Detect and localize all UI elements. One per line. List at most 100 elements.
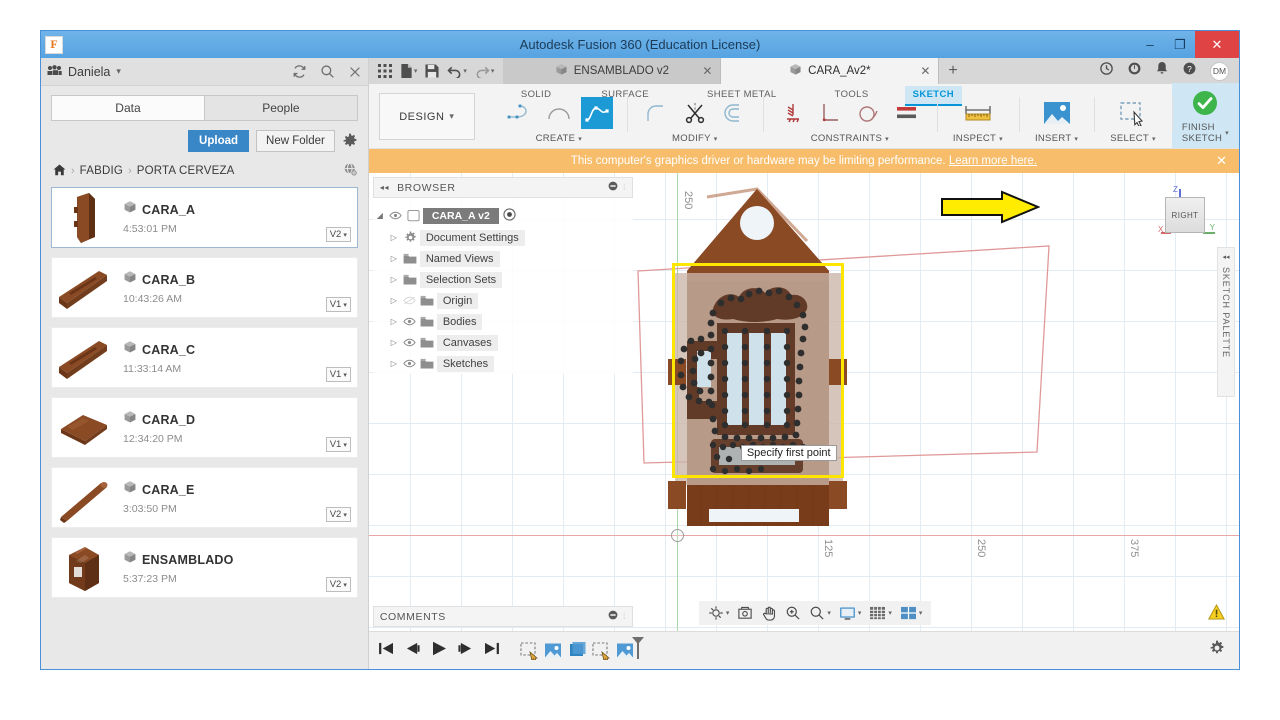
comments-panel[interactable]: COMMENTS ⦙ <box>373 606 633 627</box>
gear-icon[interactable] <box>1209 640 1225 661</box>
version-badge[interactable]: V2 ▾ <box>326 577 351 592</box>
gear-icon[interactable] <box>342 133 358 149</box>
grid-snap-icon[interactable]: ▾ <box>866 605 895 622</box>
insert-image-icon[interactable] <box>1041 97 1073 129</box>
canvas-viewport[interactable]: 250 125 125 250 375 <box>369 173 1239 631</box>
refresh-icon[interactable] <box>292 64 307 79</box>
step-forward-icon[interactable] <box>458 642 473 660</box>
zoom-window-icon[interactable]: ▾ <box>806 604 834 622</box>
home-icon[interactable] <box>53 164 66 179</box>
list-item[interactable]: CARA_B 10:43:26 AM V1 ▾ <box>51 257 358 318</box>
version-badge[interactable]: V1 ▾ <box>326 367 351 382</box>
breadcrumb-item-fabdig[interactable]: FABDIG <box>80 165 123 177</box>
search-icon[interactable] <box>320 64 335 79</box>
avatar[interactable]: DM <box>1210 62 1229 81</box>
breadcrumb-item-porta-cerveza[interactable]: PORTA CERVEZA <box>137 165 235 177</box>
expand-triangle-icon[interactable]: ◢ <box>373 211 387 220</box>
expand-triangle-icon[interactable]: ▷ <box>387 296 401 305</box>
warning-triangle-icon[interactable] <box>1208 604 1225 625</box>
orbit-icon[interactable]: ▾ <box>705 604 733 622</box>
tree-row-sketches[interactable]: ▷ Sketches <box>373 353 633 374</box>
user-menu[interactable]: Daniela ▾ <box>47 65 121 79</box>
new-tab-button[interactable]: + <box>939 58 966 84</box>
perpendicular-icon[interactable] <box>815 97 847 129</box>
collapse-icon[interactable]: ◂◂ <box>1222 253 1229 261</box>
jump-end-icon[interactable] <box>484 642 499 660</box>
visibility-eye-icon[interactable] <box>401 296 418 305</box>
tree-row-named-views[interactable]: ▷ Named Views <box>373 248 633 269</box>
visibility-eye-icon[interactable] <box>387 211 404 220</box>
close-icon[interactable] <box>348 65 362 79</box>
visibility-eye-icon[interactable] <box>401 338 418 347</box>
help-icon[interactable]: ? <box>1182 61 1197 81</box>
timeline-marker-icon[interactable] <box>631 636 645 665</box>
trim-icon[interactable] <box>679 97 711 129</box>
look-at-icon[interactable] <box>734 604 756 622</box>
measure-icon[interactable] <box>962 97 994 129</box>
ribbon-group-finish-sketch[interactable]: FINISH SKETCH ▾ <box>1172 83 1239 148</box>
new-file-icon[interactable]: ▾ <box>397 62 421 80</box>
view-cube-face[interactable]: RIGHT <box>1165 197 1205 233</box>
canvas-feature-icon[interactable] <box>519 640 540 661</box>
expand-triangle-icon[interactable]: ▷ <box>387 233 401 242</box>
expand-triangle-icon[interactable]: ▷ <box>387 338 401 347</box>
globe-icon[interactable] <box>343 162 358 180</box>
save-icon[interactable] <box>422 62 442 80</box>
activate-component-icon[interactable] <box>503 208 516 224</box>
arc-icon[interactable] <box>543 97 575 129</box>
list-item[interactable]: CARA_C 11:33:14 AM V1 ▾ <box>51 327 358 388</box>
jump-start-icon[interactable] <box>379 642 394 660</box>
expand-triangle-icon[interactable]: ▷ <box>387 254 401 263</box>
select-window-icon[interactable] <box>1117 97 1149 129</box>
display-settings-icon[interactable]: ▾ <box>836 605 865 622</box>
workspace-switcher[interactable]: DESIGN ▾ <box>379 93 475 140</box>
panel-grip-icon[interactable]: ⦙ <box>623 182 626 193</box>
minimize-button[interactable]: – <box>1135 31 1165 58</box>
sketch-palette-panel[interactable]: ◂◂ SKETCH PALETTE <box>1217 247 1235 397</box>
expand-triangle-icon[interactable]: ▷ <box>387 317 401 326</box>
tree-row-bodies[interactable]: ▷ Bodies <box>373 311 633 332</box>
panel-dock-icon[interactable] <box>608 181 618 194</box>
new-folder-button[interactable]: New Folder <box>256 130 335 152</box>
fillet-icon[interactable] <box>641 97 673 129</box>
zoom-icon[interactable] <box>782 604 804 622</box>
step-back-icon[interactable] <box>405 642 420 660</box>
finish-check-icon[interactable] <box>1189 87 1221 119</box>
recent-icon[interactable] <box>1127 61 1142 81</box>
viewports-icon[interactable]: ▾ <box>897 605 926 622</box>
tree-row-selection-sets[interactable]: ▷ Selection Sets <box>373 269 633 290</box>
line-icon[interactable] <box>505 97 537 129</box>
extrude-feature-icon[interactable] <box>567 640 588 661</box>
list-item[interactable]: CARA_D 12:34:20 PM V1 ▾ <box>51 397 358 458</box>
canvas-feature-icon[interactable] <box>591 640 612 661</box>
equal-icon[interactable] <box>891 97 923 129</box>
tree-row-document-settings[interactable]: ▷ Document Settings <box>373 227 633 248</box>
close-icon[interactable]: ✕ <box>702 64 712 78</box>
pan-icon[interactable] <box>758 604 780 622</box>
tab-data[interactable]: Data <box>52 96 204 120</box>
redo-icon[interactable]: ▾ <box>472 63 498 80</box>
list-item[interactable]: CARA_E 3:03:50 PM V2 ▾ <box>51 467 358 528</box>
panel-grip-icon[interactable]: ⦙ <box>623 611 626 622</box>
spline-icon[interactable] <box>581 97 613 129</box>
job-status-icon[interactable] <box>1099 61 1114 81</box>
document-tab-cara-a[interactable]: CARA_Av2* ✕ <box>721 58 939 84</box>
restore-button[interactable]: ❐ <box>1165 31 1195 58</box>
list-item[interactable]: CARA_A 4:53:01 PM V2 ▾ <box>51 187 358 248</box>
version-badge[interactable]: V2 ▾ <box>326 227 351 242</box>
close-button[interactable]: ✕ <box>1195 31 1239 58</box>
upload-button[interactable]: Upload <box>188 130 249 152</box>
close-icon[interactable]: ✕ <box>920 64 930 78</box>
close-icon[interactable]: ✕ <box>1216 153 1227 169</box>
visibility-eye-icon[interactable] <box>401 317 418 326</box>
expand-triangle-icon[interactable]: ▷ <box>387 275 401 284</box>
version-badge[interactable]: V1 ▾ <box>326 437 351 452</box>
tree-row-origin[interactable]: ▷ Origin <box>373 290 633 311</box>
play-icon[interactable] <box>431 641 447 661</box>
banner-learn-more-link[interactable]: Learn more here. <box>949 155 1037 167</box>
expand-triangle-icon[interactable]: ▷ <box>387 359 401 368</box>
fix-icon[interactable] <box>777 97 809 129</box>
grid-apps-icon[interactable] <box>375 62 395 80</box>
tree-row-canvases[interactable]: ▷ Canvases <box>373 332 633 353</box>
view-cube[interactable]: Z X Y RIGHT <box>1151 185 1217 243</box>
